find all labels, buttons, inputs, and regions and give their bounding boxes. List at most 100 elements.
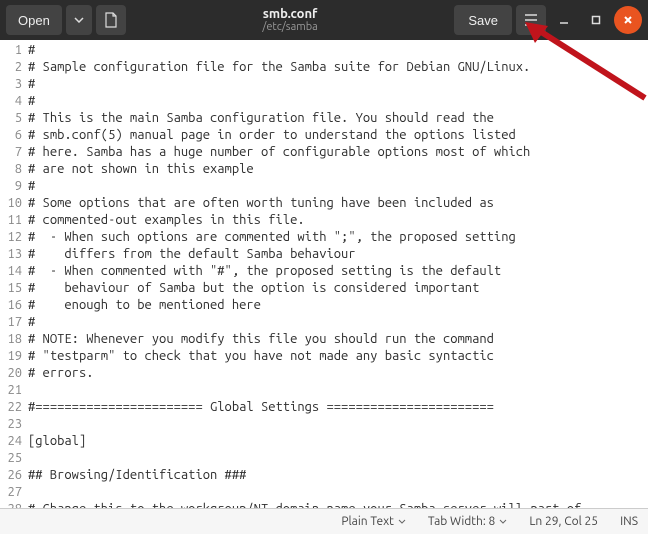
editor-line[interactable]: 2# Sample configuration file for the Sam… — [0, 59, 648, 76]
line-text: # Some options that are often worth tuni… — [28, 195, 494, 212]
line-number: 4 — [0, 93, 28, 110]
line-number: 27 — [0, 484, 28, 501]
line-number: 10 — [0, 195, 28, 212]
line-text: # This is the main Samba configuration f… — [28, 110, 494, 127]
editor-line[interactable]: 12# - When such options are commented wi… — [0, 229, 648, 246]
editor-line[interactable]: 6# smb.conf(5) manual page in order to u… — [0, 127, 648, 144]
language-label: Plain Text — [341, 515, 394, 528]
close-icon — [622, 14, 634, 26]
line-number: 13 — [0, 246, 28, 263]
line-number: 23 — [0, 416, 28, 433]
minimize-icon — [558, 14, 570, 26]
editor-line[interactable]: 15# behaviour of Samba but the option is… — [0, 280, 648, 297]
line-text: # - When such options are commented with… — [28, 229, 516, 246]
line-number: 2 — [0, 59, 28, 76]
maximize-icon — [590, 14, 602, 26]
document-title: smb.conf — [130, 7, 451, 21]
editor-line[interactable]: 13# differs from the default Samba behav… — [0, 246, 648, 263]
line-text: # — [28, 42, 35, 59]
editor-line[interactable]: 19# "testparm" to check that you have no… — [0, 348, 648, 365]
input-mode[interactable]: INS — [620, 515, 638, 528]
chevron-down-icon — [398, 519, 406, 524]
save-button[interactable]: Save — [454, 5, 512, 35]
editor-line[interactable]: 17# — [0, 314, 648, 331]
line-number: 12 — [0, 229, 28, 246]
title-area: smb.conf /etc/samba — [130, 7, 451, 33]
line-number: 1 — [0, 42, 28, 59]
line-number: 16 — [0, 297, 28, 314]
minimize-button[interactable] — [550, 6, 578, 34]
tab-width-label: Tab Width: 8 — [428, 515, 495, 528]
line-text: # "testparm" to check that you have not … — [28, 348, 494, 365]
line-text: # — [28, 314, 35, 331]
line-number: 21 — [0, 382, 28, 399]
editor-line[interactable]: 18# NOTE: Whenever you modify this file … — [0, 331, 648, 348]
document-path: /etc/samba — [130, 21, 451, 33]
line-text: # NOTE: Whenever you modify this file yo… — [28, 331, 494, 348]
editor-line[interactable]: 3# — [0, 76, 648, 93]
editor-area[interactable]: 1#2# Sample configuration file for the S… — [0, 40, 648, 508]
editor-line[interactable]: 21 — [0, 382, 648, 399]
line-text: ## Browsing/Identification ### — [28, 467, 246, 484]
editor-line[interactable]: 23 — [0, 416, 648, 433]
line-number: 22 — [0, 399, 28, 416]
line-number: 9 — [0, 178, 28, 195]
line-text: # are not shown in this example — [28, 161, 254, 178]
line-text: # smb.conf(5) manual page in order to un… — [28, 127, 516, 144]
line-number: 17 — [0, 314, 28, 331]
line-number: 18 — [0, 331, 28, 348]
line-number: 26 — [0, 467, 28, 484]
line-number: 19 — [0, 348, 28, 365]
line-text: # behaviour of Samba but the option is c… — [28, 280, 479, 297]
editor-line[interactable]: 16# enough to be mentioned here — [0, 297, 648, 314]
line-text: # - When commented with "#", the propose… — [28, 263, 501, 280]
line-number: 7 — [0, 144, 28, 161]
line-text: # — [28, 93, 35, 110]
line-number: 3 — [0, 76, 28, 93]
editor-line[interactable]: 7# here. Samba has a huge number of conf… — [0, 144, 648, 161]
tab-width-selector[interactable]: Tab Width: 8 — [428, 515, 507, 528]
editor-line[interactable]: 5# This is the main Samba configuration … — [0, 110, 648, 127]
chevron-down-icon — [74, 17, 84, 23]
editor-line[interactable]: 9# — [0, 178, 648, 195]
close-button[interactable] — [614, 6, 642, 34]
editor-line[interactable]: 4# — [0, 93, 648, 110]
open-button[interactable]: Open — [6, 5, 62, 35]
cursor-position[interactable]: Ln 29, Col 25 — [529, 515, 598, 528]
editor-line[interactable]: 26## Browsing/Identification ### — [0, 467, 648, 484]
editor-line[interactable]: 1# — [0, 42, 648, 59]
line-text: # here. Samba has a huge number of confi… — [28, 144, 530, 161]
editor-line[interactable]: 10# Some options that are often worth tu… — [0, 195, 648, 212]
line-text: # errors. — [28, 365, 94, 382]
new-doc-icon — [104, 12, 118, 28]
line-number: 25 — [0, 450, 28, 467]
line-text: # — [28, 178, 35, 195]
statusbar: Plain Text Tab Width: 8 Ln 29, Col 25 IN… — [0, 508, 648, 534]
line-text: # commented-out examples in this file. — [28, 212, 305, 229]
line-text: # differs from the default Samba behavio… — [28, 246, 356, 263]
editor-line[interactable]: 25 — [0, 450, 648, 467]
editor-line[interactable]: 8# are not shown in this example — [0, 161, 648, 178]
hamburger-menu-button[interactable] — [516, 5, 546, 35]
hamburger-icon — [524, 14, 538, 26]
line-text: # Change this to the workgroup/NT-domain… — [28, 501, 581, 508]
line-number: 24 — [0, 433, 28, 450]
chevron-down-icon — [499, 519, 507, 524]
editor-line[interactable]: 27 — [0, 484, 648, 501]
line-text: [global] — [28, 433, 86, 450]
maximize-button[interactable] — [582, 6, 610, 34]
editor-line[interactable]: 22#======================= Global Settin… — [0, 399, 648, 416]
line-text: # enough to be mentioned here — [28, 297, 261, 314]
editor-line[interactable]: 24[global] — [0, 433, 648, 450]
new-document-button[interactable] — [96, 5, 126, 35]
line-number: 6 — [0, 127, 28, 144]
line-number: 11 — [0, 212, 28, 229]
open-recent-dropdown[interactable] — [66, 5, 92, 35]
line-text: # Sample configuration file for the Samb… — [28, 59, 530, 76]
editor-line[interactable]: 14# - When commented with "#", the propo… — [0, 263, 648, 280]
editor-line[interactable]: 28# Change this to the workgroup/NT-doma… — [0, 501, 648, 508]
line-number: 8 — [0, 161, 28, 178]
editor-line[interactable]: 20# errors. — [0, 365, 648, 382]
language-selector[interactable]: Plain Text — [341, 515, 406, 528]
editor-line[interactable]: 11# commented-out examples in this file. — [0, 212, 648, 229]
